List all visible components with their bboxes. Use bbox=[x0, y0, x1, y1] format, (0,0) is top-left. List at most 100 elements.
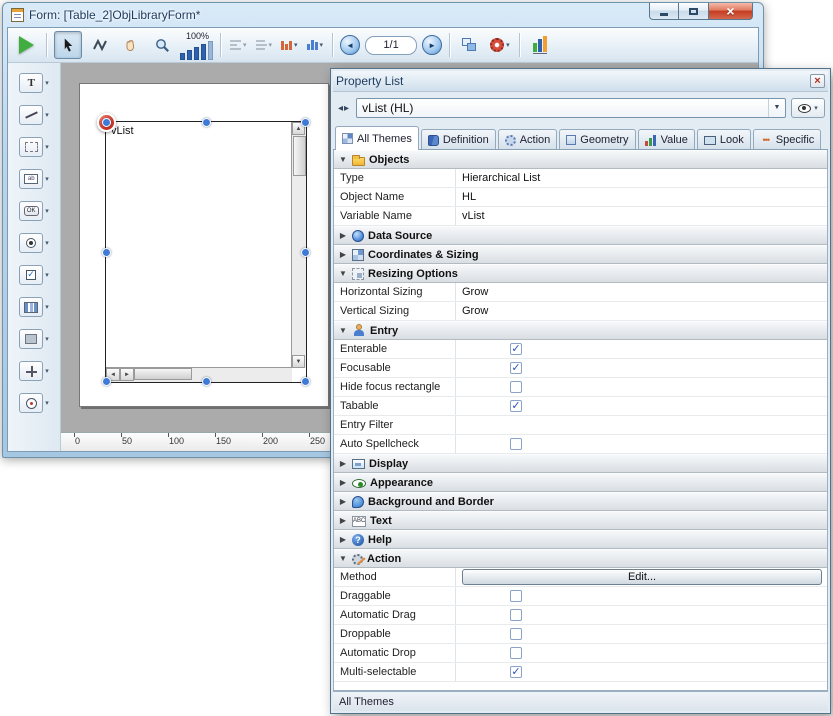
checkbox-tabable[interactable]: ✓ bbox=[510, 400, 522, 412]
form-events-dropdown[interactable]: ▾ bbox=[488, 32, 512, 58]
group-row-text[interactable]: ▶Text bbox=[334, 511, 827, 530]
checkbox-tool-button[interactable] bbox=[19, 265, 43, 285]
tab-definition[interactable]: Definition bbox=[421, 129, 496, 150]
tool-line-tool[interactable]: ▾ bbox=[19, 105, 49, 125]
horizontal-scroll-thumb[interactable] bbox=[134, 368, 192, 380]
expand-icon[interactable]: ▶ bbox=[338, 478, 348, 487]
tool-input-tool[interactable]: ▾ bbox=[19, 169, 49, 189]
object-nav-buttons[interactable]: ◂▸ bbox=[336, 103, 351, 114]
property-value-focusable[interactable]: ✓ bbox=[456, 359, 827, 377]
selection-handle-bottom-right[interactable] bbox=[301, 377, 310, 386]
selection-handle-bottom-mid[interactable] bbox=[202, 377, 211, 386]
tool-radio-tool[interactable]: ▾ bbox=[19, 233, 49, 253]
tool-splitter-tool[interactable]: ▾ bbox=[19, 361, 49, 381]
distribute-objects-dropdown[interactable]: ▾ bbox=[254, 32, 275, 58]
tool-listbox-tool[interactable]: ▾ bbox=[19, 297, 49, 317]
line-tool-button[interactable] bbox=[19, 105, 43, 125]
tab-look[interactable]: Look bbox=[697, 129, 751, 150]
horizontal-scrollbar[interactable]: ◄ ► bbox=[106, 367, 292, 382]
dropdown-arrow-icon[interactable]: ▾ bbox=[45, 399, 49, 407]
scroll-right-icon[interactable]: ► bbox=[120, 368, 134, 381]
property-list-close-button[interactable]: × bbox=[810, 74, 825, 88]
property-value-droppable[interactable] bbox=[456, 625, 827, 643]
show-hide-properties-button[interactable]: ▾ bbox=[791, 98, 825, 118]
property-list-titlebar[interactable]: Property List × bbox=[333, 71, 828, 92]
expand-icon[interactable]: ▶ bbox=[338, 250, 348, 259]
checkbox-droppable[interactable] bbox=[510, 628, 522, 640]
selection-handle-bottom-left[interactable] bbox=[102, 377, 111, 386]
splitter-tool-button[interactable] bbox=[19, 361, 43, 381]
selection-handle-top-mid[interactable] bbox=[202, 118, 211, 127]
property-value-type[interactable]: Hierarchical List bbox=[456, 169, 827, 187]
checkbox-enterable[interactable]: ✓ bbox=[510, 343, 522, 355]
tool-rectangle-tool[interactable]: ▾ bbox=[19, 329, 49, 349]
collapse-icon[interactable]: ▼ bbox=[338, 326, 348, 335]
group-row-action[interactable]: ▼Action bbox=[334, 549, 827, 568]
property-value-object-name[interactable]: HL bbox=[456, 188, 827, 206]
tool-checkbox-tool[interactable]: ▾ bbox=[19, 265, 49, 285]
zoom-bars-icon[interactable] bbox=[180, 41, 213, 60]
close-button[interactable]: × bbox=[709, 3, 753, 20]
dropdown-arrow-icon[interactable]: ▾ bbox=[45, 111, 49, 119]
dropdown-arrow-icon[interactable]: ▾ bbox=[45, 79, 49, 87]
entry-order-tool-button[interactable] bbox=[87, 32, 113, 58]
dropdown-arrow-icon[interactable]: ▾ bbox=[45, 175, 49, 183]
page-indicator[interactable]: 1/1 bbox=[365, 36, 417, 55]
expand-icon[interactable]: ▶ bbox=[338, 459, 348, 468]
expand-icon[interactable]: ▶ bbox=[338, 231, 348, 240]
groupbox-tool-button[interactable] bbox=[19, 137, 43, 157]
tool-groupbox-tool[interactable]: ▾ bbox=[19, 137, 49, 157]
checkbox-auto-spellcheck[interactable] bbox=[510, 438, 522, 450]
group-row-appearance[interactable]: ▶Appearance bbox=[334, 473, 827, 492]
group-row-background-and-border[interactable]: ▶Background and Border bbox=[334, 492, 827, 511]
tab-control-tool-button[interactable] bbox=[19, 393, 43, 413]
expand-icon[interactable]: ▶ bbox=[338, 535, 348, 544]
group-objects-dropdown[interactable]: ▾ bbox=[305, 32, 326, 58]
group-row-data-source[interactable]: ▶Data Source bbox=[334, 226, 827, 245]
next-object-icon[interactable]: ▸ bbox=[344, 103, 349, 114]
dropdown-arrow-icon[interactable]: ▾ bbox=[45, 207, 49, 215]
listbox-tool-button[interactable] bbox=[19, 297, 43, 317]
next-page-button[interactable]: ► bbox=[422, 35, 442, 55]
tab-geometry[interactable]: Geometry bbox=[559, 129, 635, 150]
dropdown-arrow-icon[interactable]: ▾ bbox=[45, 143, 49, 151]
group-row-entry[interactable]: ▼Entry bbox=[334, 321, 827, 340]
checkbox-multi-selectable[interactable]: ✓ bbox=[510, 666, 522, 678]
property-value-entry-filter[interactable] bbox=[456, 416, 827, 434]
selection-handle-mid-right[interactable] bbox=[301, 248, 310, 257]
dropdown-arrow-icon[interactable]: ▾ bbox=[45, 367, 49, 375]
checkbox-hide-focus-rectangle[interactable] bbox=[510, 381, 522, 393]
input-tool-button[interactable] bbox=[19, 169, 43, 189]
vertical-scrollbar[interactable]: ▲ ▼ bbox=[291, 122, 306, 368]
group-row-coordinates-sizing[interactable]: ▶Coordinates & Sizing bbox=[334, 245, 827, 264]
vertical-scroll-thumb[interactable] bbox=[293, 136, 306, 176]
tab-value[interactable]: Value bbox=[638, 129, 695, 150]
execute-form-button[interactable] bbox=[13, 32, 39, 58]
zoom-tool-button[interactable] bbox=[149, 32, 175, 58]
object-selector-dropdown[interactable]: vList (HL) ▼ bbox=[356, 98, 786, 118]
property-value-tabable[interactable]: ✓ bbox=[456, 397, 827, 415]
dropdown-arrow-icon[interactable]: ▾ bbox=[45, 239, 49, 247]
selection-tool-button[interactable] bbox=[54, 31, 82, 59]
align-objects-dropdown[interactable]: ▾ bbox=[228, 32, 249, 58]
selection-handle-top-right[interactable] bbox=[301, 118, 310, 127]
group-row-resizing-options[interactable]: ▼Resizing Options bbox=[334, 264, 827, 283]
minimize-button[interactable] bbox=[649, 3, 679, 20]
button-tool-button[interactable]: OK bbox=[19, 201, 43, 221]
form-page[interactable]: vList ▲ ▼ ◄ ► × bbox=[79, 83, 329, 407]
property-value-multi-selectable[interactable]: ✓ bbox=[456, 663, 827, 681]
group-row-display[interactable]: ▶Display bbox=[334, 454, 827, 473]
dropdown-arrow-icon[interactable]: ▾ bbox=[45, 335, 49, 343]
level-objects-dropdown[interactable]: ▾ bbox=[279, 32, 300, 58]
tab-specific[interactable]: Specific bbox=[753, 129, 822, 150]
dropdown-arrow-icon[interactable]: ▾ bbox=[45, 271, 49, 279]
maximize-button[interactable] bbox=[679, 3, 709, 20]
collapse-icon[interactable]: ▼ bbox=[338, 554, 348, 563]
selection-handle-top-left[interactable] bbox=[102, 118, 111, 127]
property-value-method[interactable]: Edit... bbox=[456, 568, 827, 586]
expand-icon[interactable]: ▶ bbox=[338, 497, 348, 506]
tab-all-themes[interactable]: All Themes bbox=[335, 126, 419, 150]
tool-button-tool[interactable]: OK▾ bbox=[19, 201, 49, 221]
group-row-help[interactable]: ▶Help bbox=[334, 530, 827, 549]
property-value-automatic-drop[interactable] bbox=[456, 644, 827, 662]
